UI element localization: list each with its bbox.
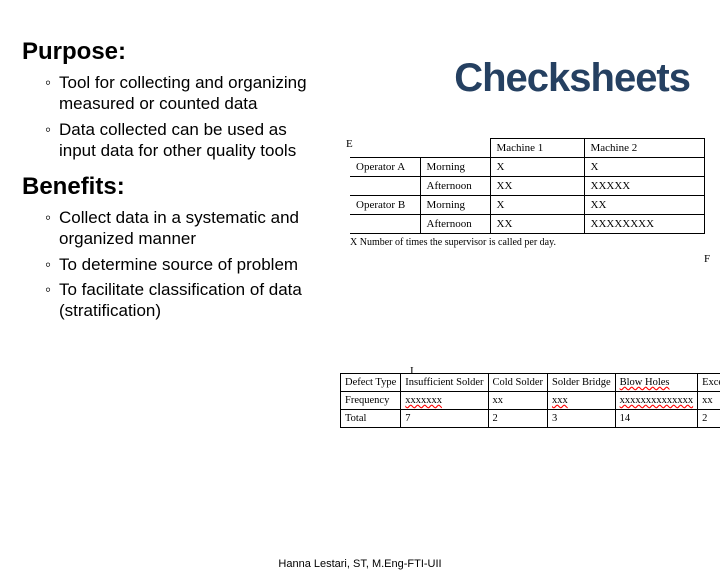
marker-f: F	[704, 253, 710, 265]
table-cell: XXXXXXXX	[584, 215, 705, 234]
list-item: Tool for collecting and organizing measu…	[45, 72, 325, 115]
table-cell: Frequency	[341, 392, 401, 410]
table-cell: Afternoon	[420, 215, 490, 234]
table-cell: 14	[615, 410, 698, 428]
table-cell: 2	[698, 410, 720, 428]
table-cell: Afternoon	[420, 177, 490, 196]
table-cell: Machine 2	[584, 139, 705, 158]
list-item: To determine source of problem	[45, 254, 325, 275]
table-cell: Total	[341, 410, 401, 428]
table-note: X Number of times the supervisor is call…	[350, 237, 705, 248]
checksheet-table-2: Defect Type Insufficient Solder Cold Sol…	[340, 373, 708, 428]
table-cell: Insufficient Solder	[401, 374, 488, 392]
table-cell: XX	[584, 196, 705, 215]
table-cell: X	[490, 196, 584, 215]
checksheet-table-1: Machine 1 Machine 2 Operator A Morning X…	[350, 138, 705, 248]
table-cell: X	[584, 158, 705, 177]
footer-credit: Hanna Lestari, ST, M.Eng-FTI-UII	[0, 558, 720, 570]
table-cell: Excessive Solder	[698, 374, 720, 392]
purpose-list: Tool for collecting and organizing measu…	[45, 72, 325, 161]
table-cell: Operator B	[350, 196, 420, 215]
table-cell: Machine 1	[490, 139, 584, 158]
table-cell: XX	[490, 177, 584, 196]
table-cell: Morning	[420, 158, 490, 177]
table-cell: Solder Bridge	[547, 374, 615, 392]
table-cell: XXXXX	[584, 177, 705, 196]
table-cell: Cold Solder	[488, 374, 547, 392]
table-cell: 3	[547, 410, 615, 428]
table-cell: xxxxxxxxxxxxxx	[615, 392, 698, 410]
benefits-list: Collect data in a systematic and organiz…	[45, 207, 325, 321]
table-cell: 2	[488, 410, 547, 428]
slide-title: Checksheets	[454, 56, 690, 101]
table-cell: XX	[490, 215, 584, 234]
table-cell: Defect Type	[341, 374, 401, 392]
table-cell: 7	[401, 410, 488, 428]
table-cell: X	[490, 158, 584, 177]
table-cell: xx	[488, 392, 547, 410]
table-cell: xxxxxxx	[401, 392, 488, 410]
table-cell: xxx	[547, 392, 615, 410]
list-item: To facilitate classification of data (st…	[45, 279, 325, 322]
table-cell: Blow Holes	[615, 374, 698, 392]
table-cell: Morning	[420, 196, 490, 215]
list-item: Collect data in a systematic and organiz…	[45, 207, 325, 250]
table-cell: xx	[698, 392, 720, 410]
table-cell: Operator A	[350, 158, 420, 177]
list-item: Data collected can be used as input data…	[45, 119, 325, 162]
